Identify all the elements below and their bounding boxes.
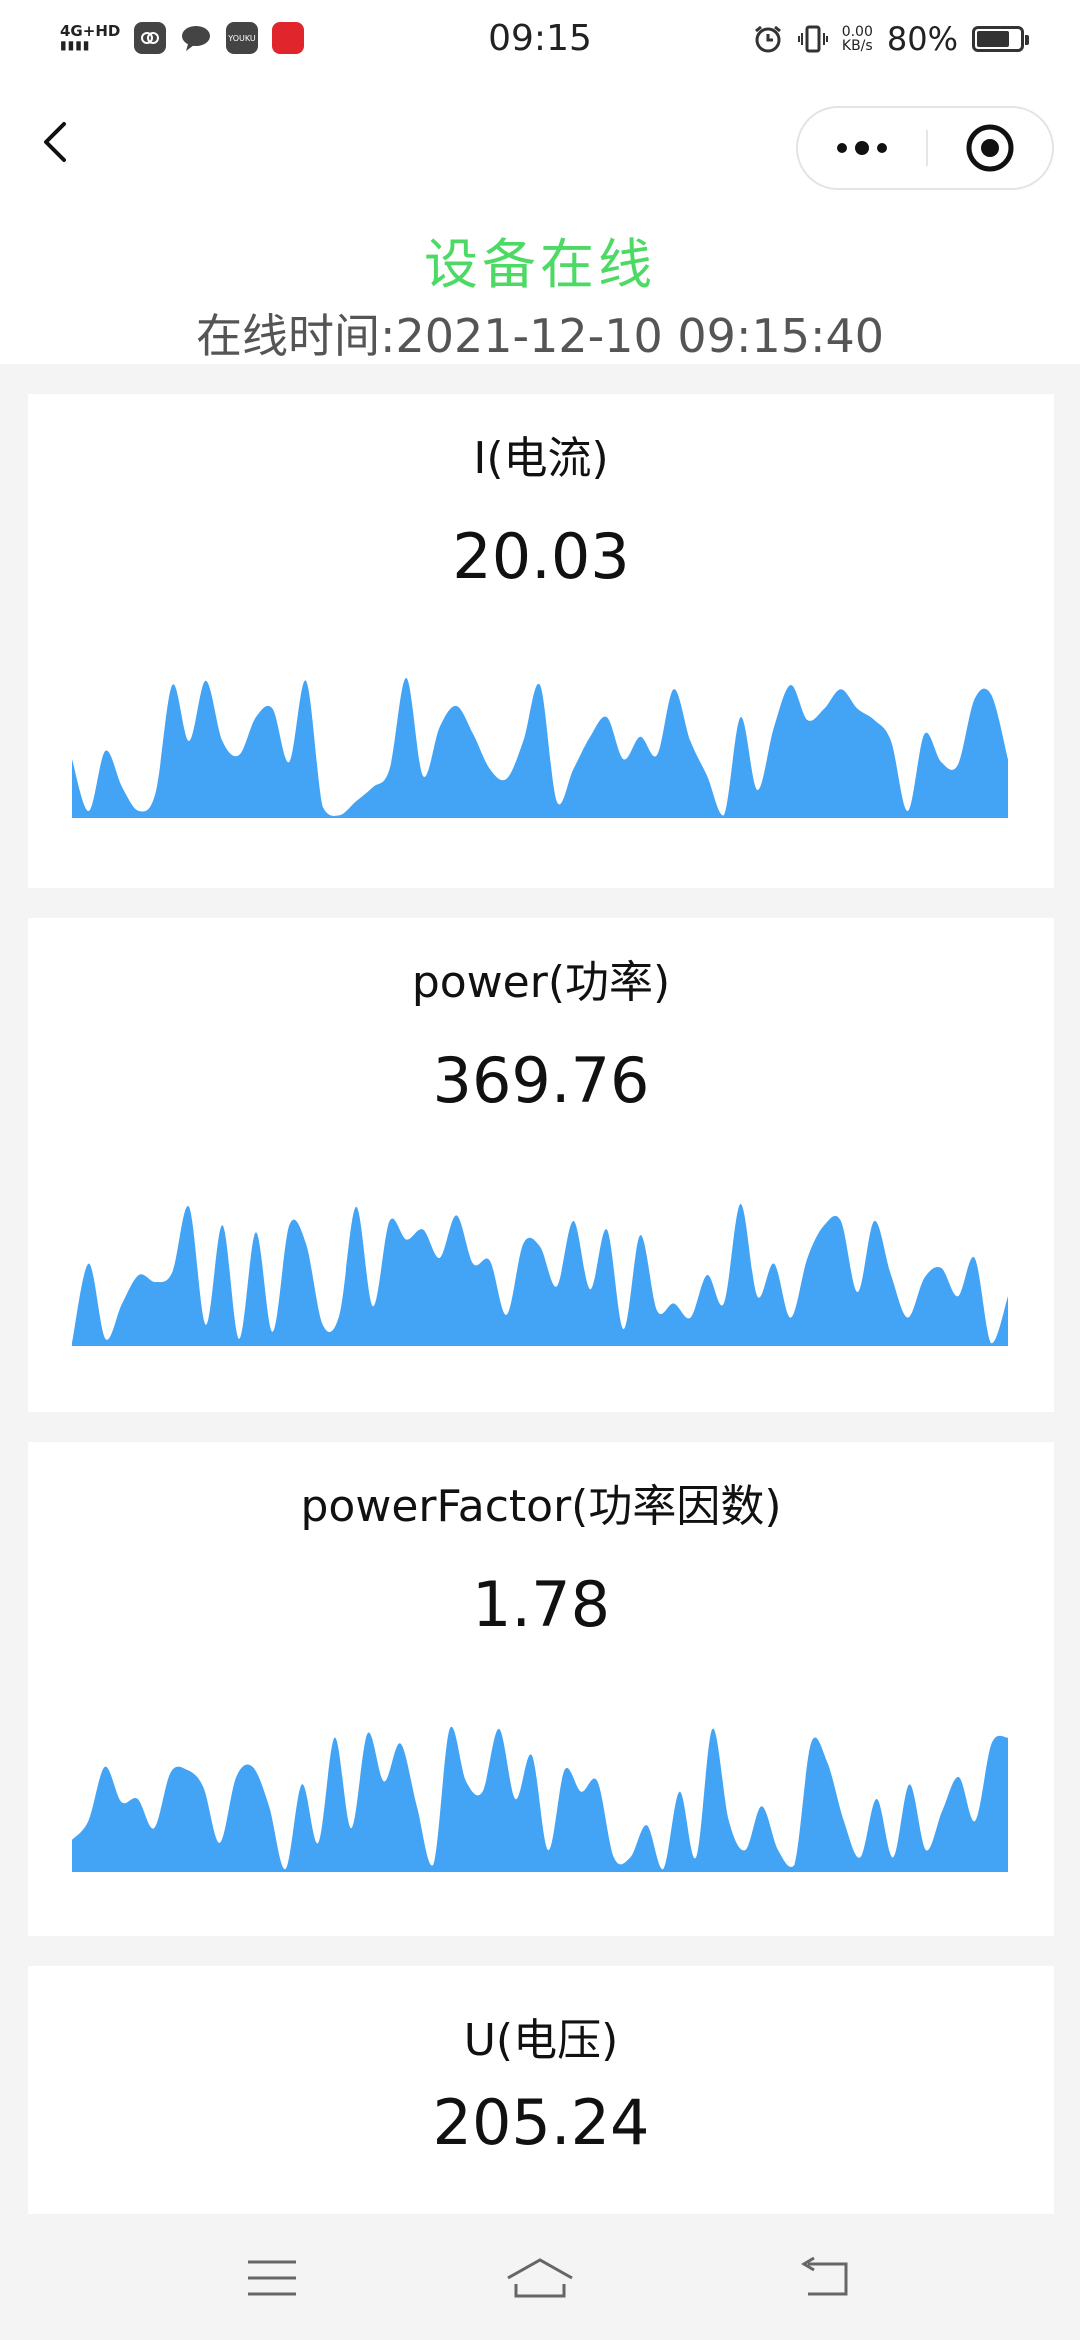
metric-title: powerFactor(功率因数) bbox=[300, 1481, 782, 1532]
target-close-icon bbox=[966, 124, 1014, 172]
power-area-chart bbox=[72, 1203, 1008, 1346]
metric-card-power: power(功率) 369.76 bbox=[28, 918, 1054, 1412]
area-series bbox=[72, 1726, 1008, 1872]
chevron-left-icon bbox=[44, 122, 66, 162]
metric-value: 20.03 bbox=[452, 520, 630, 593]
area-series bbox=[72, 1203, 1008, 1346]
mini-program-capsule bbox=[796, 106, 1054, 190]
more-menu-button[interactable] bbox=[798, 108, 926, 188]
status-right: 0.00 KB/s 80% bbox=[752, 20, 1029, 58]
menu-button[interactable] bbox=[236, 2252, 308, 2304]
current-area-chart bbox=[72, 677, 1008, 818]
back-system-button[interactable] bbox=[788, 2252, 860, 2304]
net-speed-unit: KB/s bbox=[841, 38, 873, 54]
metric-value: 369.76 bbox=[432, 1044, 650, 1117]
more-dots-icon bbox=[837, 141, 887, 155]
online-time: 在线时间:2021-12-10 09:15:40 bbox=[195, 309, 885, 363]
system-navigation-bar bbox=[0, 2214, 1080, 2340]
alarm-icon bbox=[754, 25, 781, 53]
home-icon bbox=[507, 2258, 573, 2298]
net-speed-value: 0.00 bbox=[841, 24, 873, 40]
battery-fill bbox=[977, 31, 1009, 47]
net-speed: 0.00 KB/s bbox=[842, 25, 873, 53]
hamburger-menu-icon bbox=[248, 2260, 296, 2296]
battery-percent: 80% bbox=[886, 20, 958, 58]
metric-card-power-factor: powerFactor(功率因数) 1.78 bbox=[28, 1442, 1054, 1936]
metric-value: 1.78 bbox=[471, 1568, 611, 1641]
metric-card-voltage: U(电压) 205.24 bbox=[28, 1966, 1054, 2214]
area-series bbox=[72, 677, 1008, 818]
metric-title: power(功率) bbox=[411, 957, 671, 1008]
battery-icon bbox=[972, 26, 1029, 52]
metric-value: 205.24 bbox=[432, 2086, 650, 2159]
metric-title: U(电压) bbox=[463, 2015, 619, 2066]
device-status-header: 设备在线 在线时间:2021-12-10 09:15:40 bbox=[0, 200, 1080, 364]
device-status: 设备在线 bbox=[424, 233, 656, 296]
close-mini-program-button[interactable] bbox=[928, 108, 1052, 188]
vibrate-icon bbox=[797, 25, 828, 53]
metric-card-current: I(电流) 20.03 bbox=[28, 394, 1054, 888]
return-arrow-icon bbox=[801, 2256, 848, 2296]
metric-title: I(电流) bbox=[473, 433, 609, 484]
navigation-bar bbox=[0, 84, 1080, 200]
home-button[interactable] bbox=[504, 2252, 576, 2304]
status-bar: 4G+HD ▮▮▮▮ YOUKU 09:15 0.00 KB/s 80% bbox=[0, 0, 1080, 84]
back-button[interactable] bbox=[36, 116, 84, 168]
power-factor-area-chart bbox=[72, 1726, 1008, 1872]
